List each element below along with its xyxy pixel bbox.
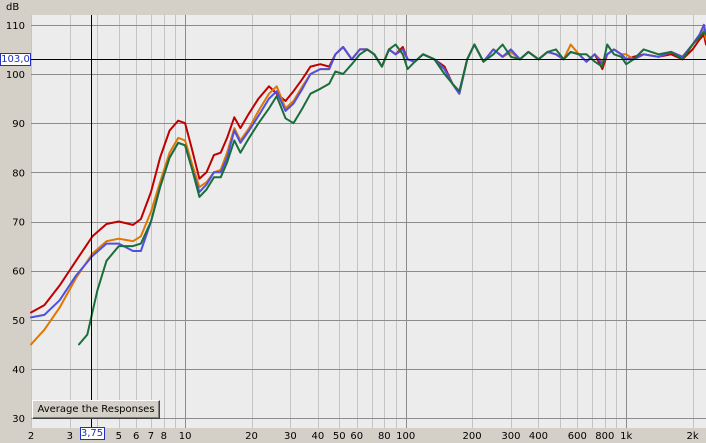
x-tick-label: 600: [568, 431, 587, 442]
average-responses-button[interactable]: Average the Responses: [32, 400, 160, 419]
x-tick-label: 2: [28, 431, 34, 442]
x-tick-label: 30: [284, 431, 297, 442]
x-tick-label: 400: [529, 431, 548, 442]
x-tick-label: 200: [463, 431, 482, 442]
y-tick-label: 30: [12, 414, 25, 425]
plot-area[interactable]: [31, 15, 706, 428]
cursor-x-readout: 3,75: [79, 427, 105, 440]
x-tick-label: 2k: [687, 431, 699, 442]
y-tick-label: 80: [12, 168, 25, 179]
x-tick-label: 100: [396, 431, 415, 442]
y-tick-label: 60: [12, 267, 25, 278]
frequency-response-chart: 30 40 50 60 70 80 90 100 110 2 3 5 6 7 8 10 20 30 40 50 60 8…: [0, 0, 706, 443]
x-tick-label: 20: [245, 431, 258, 442]
y-tick-label: 90: [12, 119, 25, 130]
x-tick-label: 40: [312, 431, 325, 442]
x-tick-label: 1k: [620, 431, 632, 442]
x-tick-label: 80: [378, 431, 391, 442]
x-tick-label: 3: [67, 431, 73, 442]
x-tick-label: 8: [161, 431, 167, 442]
y-tick-labels: 30 40 50 60 70 80 90 100 110: [6, 21, 25, 425]
x-tick-label: 5: [116, 431, 122, 442]
y-tick-label: 40: [12, 365, 25, 376]
x-tick-label: 7: [148, 431, 154, 442]
x-tick-label: 300: [501, 431, 520, 442]
cursor-y-readout: 103,0: [0, 52, 31, 66]
y-tick-label: 100: [6, 70, 25, 81]
x-tick-label: 800: [595, 431, 614, 442]
x-tick-label: 60: [350, 431, 363, 442]
x-tick-label: 6: [133, 431, 139, 442]
x-tick-label: 10: [179, 431, 192, 442]
y-axis-label: dB: [6, 2, 19, 13]
chart-canvas[interactable]: 30 40 50 60 70 80 90 100 110 2 3 5 6 7 8 10 20 30 40 50 60 8…: [0, 0, 706, 443]
y-tick-label: 70: [12, 218, 25, 229]
x-tick-labels: 2 3 5 6 7 8 10 20 30 40 50 60 80 100 200 300 400 600 800 1k…: [28, 431, 699, 442]
x-tick-label: 50: [333, 431, 346, 442]
y-tick-label: 110: [6, 21, 25, 32]
y-tick-label: 50: [12, 316, 25, 327]
